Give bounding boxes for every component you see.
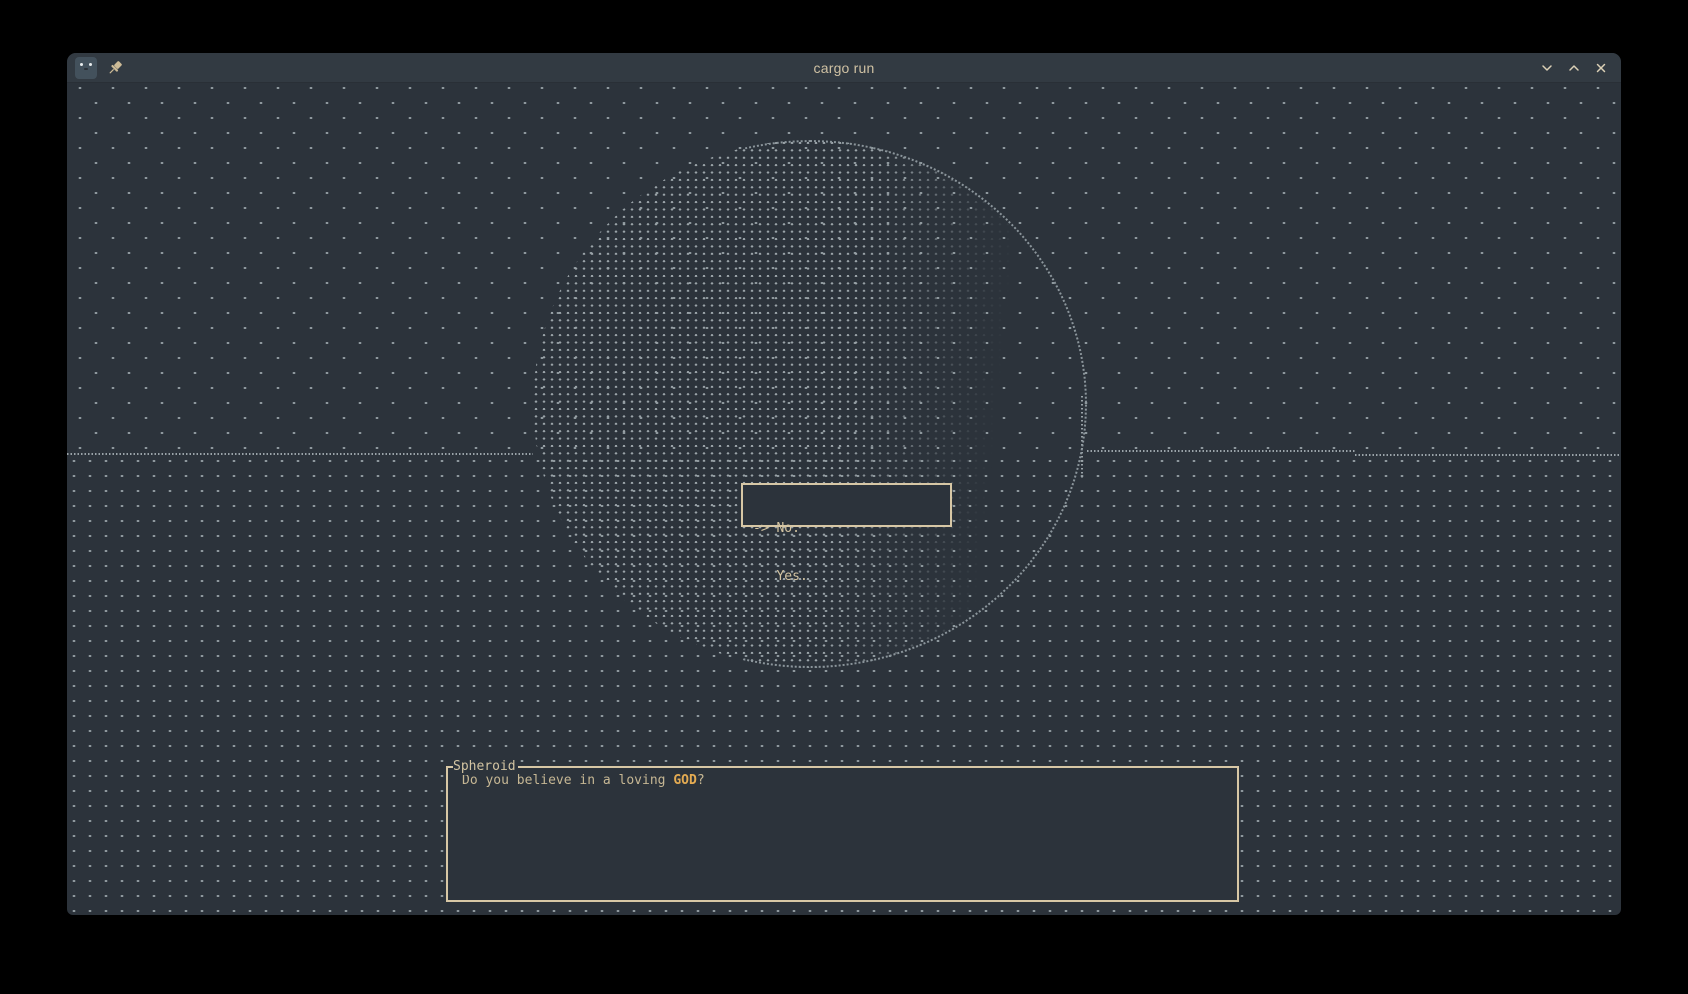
maximize-button[interactable] — [1567, 61, 1581, 75]
selection-arrow: -> — [753, 521, 776, 537]
question-text: Do you believe in a loving — [462, 773, 673, 788]
menu-option-yes[interactable]: Yes. — [753, 569, 950, 585]
cat-mouth — [84, 68, 88, 70]
dialog-title: Spheroid — [453, 759, 518, 775]
cat-eye-left — [80, 63, 83, 66]
titlebar: cargo run — [67, 53, 1621, 83]
titlebar-left-icons — [75, 53, 124, 83]
cat-eye-right — [89, 63, 92, 66]
chevron-down-icon — [1540, 61, 1554, 75]
horizon-line-left — [67, 453, 533, 455]
window-title: cargo run — [814, 60, 875, 76]
dialog-question: Do you believe in a loving GOD? — [448, 768, 1237, 789]
minimize-button[interactable] — [1540, 61, 1554, 75]
close-icon — [1594, 61, 1608, 75]
pin-icon[interactable] — [106, 59, 124, 77]
chevron-up-icon — [1567, 61, 1581, 75]
question-suffix: ? — [697, 773, 705, 788]
dialog-box: Spheroid Do you believe in a loving GOD? — [446, 766, 1239, 902]
terminal-screen: ->No. Yes. Spheroid Do you believe in a … — [67, 83, 1621, 915]
menu-option-no-label: No. — [776, 521, 799, 536]
choice-menu: ->No. Yes. — [741, 483, 952, 527]
terminal-window: cargo run — [67, 53, 1621, 915]
horizon-line-middle — [1087, 450, 1355, 452]
close-button[interactable] — [1594, 61, 1608, 75]
window-controls — [1540, 53, 1608, 83]
question-emphasis: GOD — [673, 773, 696, 788]
menu-option-no[interactable]: ->No. — [753, 521, 950, 537]
kitty-terminal-icon[interactable] — [75, 57, 97, 79]
horizon-line-right — [1355, 454, 1621, 456]
menu-option-yes-label: Yes. — [776, 569, 807, 584]
